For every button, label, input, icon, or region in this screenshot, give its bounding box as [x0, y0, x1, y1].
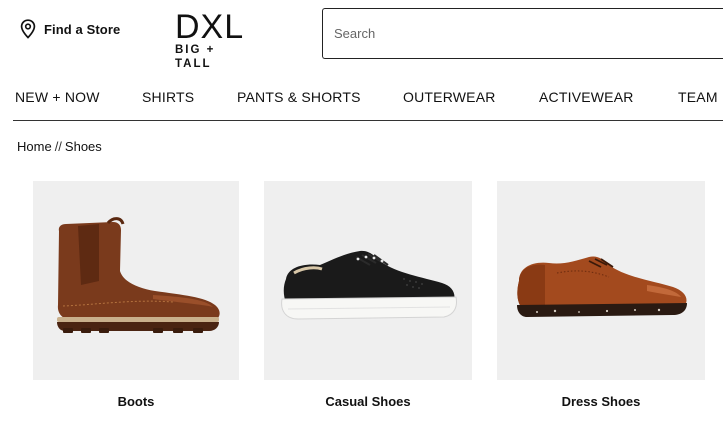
category-image-dress-shoes — [497, 181, 705, 380]
nav-item-new-now[interactable]: NEW + NOW — [15, 88, 100, 106]
category-image-boots — [33, 181, 239, 380]
nav-item-shirts[interactable]: SHIRTS — [142, 88, 194, 106]
breadcrumb-home-link[interactable]: Home — [17, 139, 52, 154]
boot-image — [57, 217, 220, 333]
dxl-logo[interactable]: DXL BIG + TALL — [175, 8, 255, 70]
find-a-store-link[interactable]: Find a Store — [20, 19, 120, 39]
nav-item-pants-shorts[interactable]: PANTS & SHORTS — [237, 88, 361, 106]
breadcrumb-separator: // — [54, 139, 62, 154]
nav-item-team[interactable]: TEAM I — [678, 88, 723, 106]
search-input[interactable] — [323, 9, 723, 58]
sneaker-image — [281, 250, 457, 320]
nav-item-outerwear[interactable]: OUTERWEAR — [403, 88, 496, 106]
location-pin-icon — [20, 19, 36, 39]
breadcrumb-current: Shoes — [64, 139, 102, 154]
category-card-dress-shoes[interactable]: Dress Shoes — [497, 181, 705, 409]
breadcrumb: Home//Shoes — [17, 139, 102, 155]
category-card-boots[interactable]: Boots — [33, 181, 239, 409]
nav-divider — [13, 120, 723, 121]
category-name-casual-shoes: Casual Shoes — [325, 394, 411, 409]
category-name-dress-shoes: Dress Shoes — [561, 394, 641, 409]
category-card-casual-shoes[interactable]: Casual Shoes — [264, 181, 472, 409]
category-image-casual-shoes — [264, 181, 472, 380]
dress-shoe-image — [517, 256, 687, 317]
logo-tagline: BIG + TALL — [175, 44, 216, 70]
nav-item-activewear[interactable]: ACTIVEWEAR — [539, 88, 634, 106]
main-nav: NEW + NOW SHIRTS PANTS & SHORTS OUTERWEA… — [0, 88, 723, 106]
category-name-boots: Boots — [117, 394, 155, 409]
logo-mark: DXL — [175, 8, 245, 46]
search-box — [322, 8, 723, 59]
find-a-store-label: Find a Store — [44, 21, 121, 37]
